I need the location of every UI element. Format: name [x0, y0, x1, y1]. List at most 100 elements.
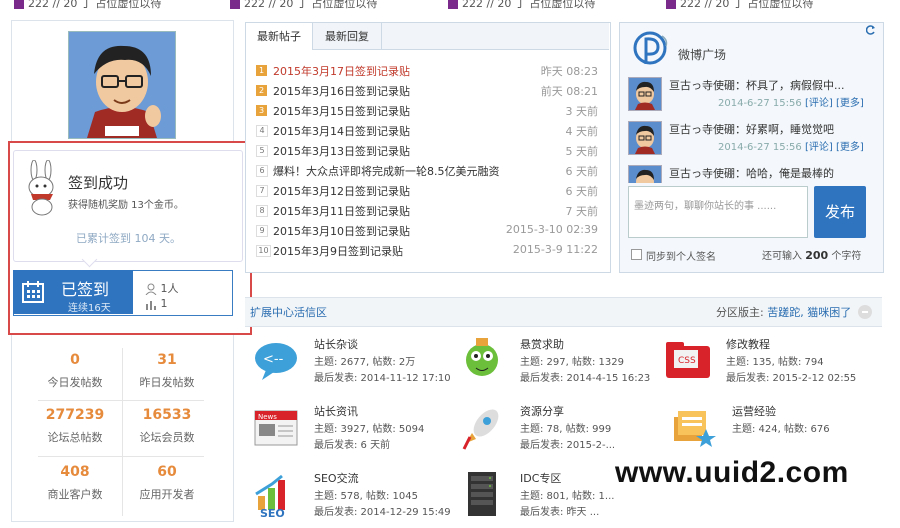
- board-stats: 主题: 801, 帖数: 1...: [520, 491, 615, 502]
- stat-members: 16533 论坛会员数: [122, 407, 212, 445]
- svg-text:News: News: [258, 413, 277, 421]
- post-rank: 7: [256, 185, 268, 197]
- avatar[interactable]: [628, 77, 662, 111]
- moderators-links[interactable]: 苦蹉跎, 猫咪困了: [767, 306, 851, 319]
- weibo-text: 亘古っ寺使硼：好累啊，睡觉觉吧: [669, 123, 834, 136]
- post-title-link[interactable]: 2015年3月10日签到记录贴: [273, 223, 410, 239]
- board-name[interactable]: 修改教程: [726, 336, 770, 352]
- moderators-label: 分区版主:: [716, 306, 764, 319]
- forum-board[interactable]: SEO SEO交流 主题: 578, 帖数: 1045 最后发表: 2014-1…: [252, 470, 462, 528]
- board-name[interactable]: 悬赏求助: [520, 336, 564, 352]
- bar-chart-icon: [146, 301, 156, 310]
- char-remaining-count: 200: [805, 249, 829, 262]
- board-name[interactable]: SEO交流: [314, 470, 359, 486]
- board-last-post: 最后发表: 昨天 ...: [520, 507, 600, 518]
- post-title-link[interactable]: 2015年3月11日签到记录贴: [273, 203, 410, 219]
- weibo-submit-button[interactable]: 发布: [814, 186, 866, 238]
- post-row[interactable]: 2 2015年3月16日签到记录贴 前天 08:21: [256, 83, 598, 101]
- post-time: 6 天前: [565, 185, 599, 198]
- weibo-input[interactable]: 墨迹两句，聊聊你站长的事 ......: [628, 186, 808, 238]
- weibo-text: 亘古っ寺使硼：哈哈，俺是最棒的: [669, 167, 834, 180]
- stat-value: 16533: [142, 407, 192, 423]
- board-stats: 主题: 297, 帖数: 1329: [520, 357, 624, 368]
- top-ad-item[interactable]: 222 // 20 丁 占位虚位以待: [230, 0, 377, 11]
- weibo-more-link[interactable]: [更多]: [836, 142, 864, 153]
- top-ad-strip: 222 // 20 丁 占位虚位以待 222 // 20 丁 占位虚位以待 22…: [0, 0, 900, 14]
- forum-section-title[interactable]: 扩展中心活信区: [250, 304, 327, 320]
- signin-rank[interactable]: 1: [145, 297, 168, 310]
- post-title-link[interactable]: 2015年3月15日签到记录贴: [273, 103, 410, 119]
- post-title-link[interactable]: 2015年3月16日签到记录贴: [273, 83, 410, 99]
- weibo-logo-icon: [632, 30, 672, 74]
- post-row[interactable]: 7 2015年3月12日签到记录贴 6 天前: [256, 183, 598, 201]
- weibo-comment-link[interactable]: [评论]: [805, 142, 833, 153]
- forum-board[interactable]: <-- 站长杂谈 主题: 2677, 帖数: 2万 最后发表: 2014-11-…: [252, 336, 462, 394]
- post-row[interactable]: 5 2015年3月13日签到记录贴 5 天前: [256, 143, 598, 161]
- avatar[interactable]: [68, 31, 176, 139]
- post-row[interactable]: 3 2015年3月15日签到记录贴 3 天前: [256, 103, 598, 121]
- signin-rank-label: 1: [160, 297, 168, 310]
- forum-board[interactable]: 运营经验 主题: 424, 帖数: 676: [670, 403, 880, 461]
- ad-mark-icon: [666, 0, 676, 9]
- tab-latest-replies[interactable]: 最新回复: [313, 23, 382, 50]
- calendar-icon: [22, 281, 44, 303]
- signin-users-count[interactable]: 1人: [145, 280, 179, 296]
- board-name[interactable]: 资源分享: [520, 403, 564, 419]
- weibo-comment-link[interactable]: [评论]: [805, 98, 833, 109]
- top-ad-text: 222 // 20 丁 占位虚位以待: [680, 0, 814, 10]
- forum-board[interactable]: CSS 修改教程 主题: 135, 帖数: 794 最后发表: 2015-2-1…: [664, 336, 874, 394]
- post-title-link[interactable]: 2015年3月17日签到记录贴: [273, 63, 410, 79]
- collapse-icon[interactable]: [858, 305, 872, 319]
- post-row[interactable]: 9 2015年3月10日签到记录贴 2015-3-10 02:39: [256, 223, 598, 241]
- stat-value: 0: [70, 352, 80, 368]
- top-ad-item[interactable]: 222 // 20 丁 占位虚位以待: [666, 0, 813, 11]
- help-mascot-icon: [466, 338, 498, 376]
- board-last-post: 最后发表: 2014-4-15 16:23: [520, 373, 651, 384]
- post-title-link[interactable]: 2015年3月9日签到记录贴: [273, 243, 403, 259]
- stat-label: 论坛总帖数: [47, 431, 103, 444]
- avatar[interactable]: [628, 165, 662, 183]
- tab-latest-posts[interactable]: 最新帖子: [246, 23, 313, 50]
- forum-board[interactable]: 资源分享 主题: 78, 帖数: 999 最后发表: 2015-2-...: [458, 403, 668, 461]
- board-stats: 主题: 78, 帖数: 999: [520, 424, 612, 435]
- board-name[interactable]: 站长资讯: [314, 403, 358, 419]
- board-stats: 主题: 424, 帖数: 676: [732, 424, 830, 435]
- top-ad-text: 222 // 20 丁 占位虚位以待: [244, 0, 378, 10]
- post-title-link[interactable]: 2015年3月12日签到记录贴: [273, 183, 410, 199]
- post-title-link[interactable]: 2015年3月14日签到记录贴: [273, 123, 410, 139]
- newspaper-icon: News: [254, 410, 298, 446]
- post-row[interactable]: 10 2015年3月9日签到记录贴 2015-3-9 11:22: [256, 243, 598, 261]
- board-last-post: 最后发表: 2014-12-29 15:49: [314, 507, 451, 518]
- post-row[interactable]: 6 爆料！大众点评即将完成新一轮8.5亿美元融资 6 天前: [256, 163, 598, 181]
- post-row[interactable]: 1 2015年3月17日签到记录贴 昨天 08:23: [256, 63, 598, 81]
- weibo-item: 亘古っ寺使硼：好累啊，睡觉觉吧 2014-6-27 15:56 [评论] [更多…: [628, 121, 873, 165]
- signin-total-text: 已累计签到 104 天。: [76, 232, 181, 245]
- board-name[interactable]: 站长杂谈: [314, 336, 358, 352]
- forum-board[interactable]: News 站长资讯 主题: 3927, 帖数: 5094 最后发表: 6 天前: [252, 403, 462, 461]
- stat-business-clients: 408 商业客户数: [30, 464, 120, 502]
- board-name[interactable]: IDC专区: [520, 470, 561, 486]
- post-title-link[interactable]: 2015年3月13日签到记录贴: [273, 143, 410, 159]
- top-ad-item[interactable]: 222 // 20 丁 占位虚位以待: [448, 0, 595, 11]
- post-row[interactable]: 8 2015年3月11日签到记录贴 7 天前: [256, 203, 598, 221]
- post-title-link[interactable]: 爆料！大众点评即将完成新一轮8.5亿美元融资: [273, 163, 500, 179]
- post-row[interactable]: 4 2015年3月14日签到记录贴 4 天前: [256, 123, 598, 141]
- sync-signature-checkbox[interactable]: [631, 249, 642, 260]
- top-ad-item[interactable]: 222 // 20 丁 占位虚位以待: [14, 0, 161, 11]
- weibo-text: 亘古っ寺使硼：杯具了，病假假中...: [669, 79, 845, 92]
- post-time: 3 天前: [565, 105, 599, 118]
- post-time: 7 天前: [565, 205, 599, 218]
- post-time: 2015-3-9 11:22: [512, 243, 598, 256]
- stat-value: 31: [157, 352, 177, 368]
- weibo-item: 亘古っ寺使硼：杯具了，病假假中... 2014-6-27 15:56 [评论] …: [628, 77, 873, 121]
- refresh-icon[interactable]: [865, 25, 876, 35]
- board-name[interactable]: 运营经验: [732, 403, 776, 419]
- signin-button[interactable]: 已签到 连续16天: [13, 270, 133, 314]
- post-time: 前天 08:21: [540, 85, 598, 98]
- top-ad-text: 222 // 20 丁 占位虚位以待: [462, 0, 596, 10]
- board-last-post: 最后发表: 2015-2-12 02:55: [726, 373, 857, 384]
- svg-text:CSS: CSS: [678, 356, 696, 366]
- forum-board[interactable]: 悬赏求助 主题: 297, 帖数: 1329 最后发表: 2014-4-15 1…: [458, 336, 668, 394]
- weibo-more-link[interactable]: [更多]: [836, 98, 864, 109]
- avatar[interactable]: [628, 121, 662, 155]
